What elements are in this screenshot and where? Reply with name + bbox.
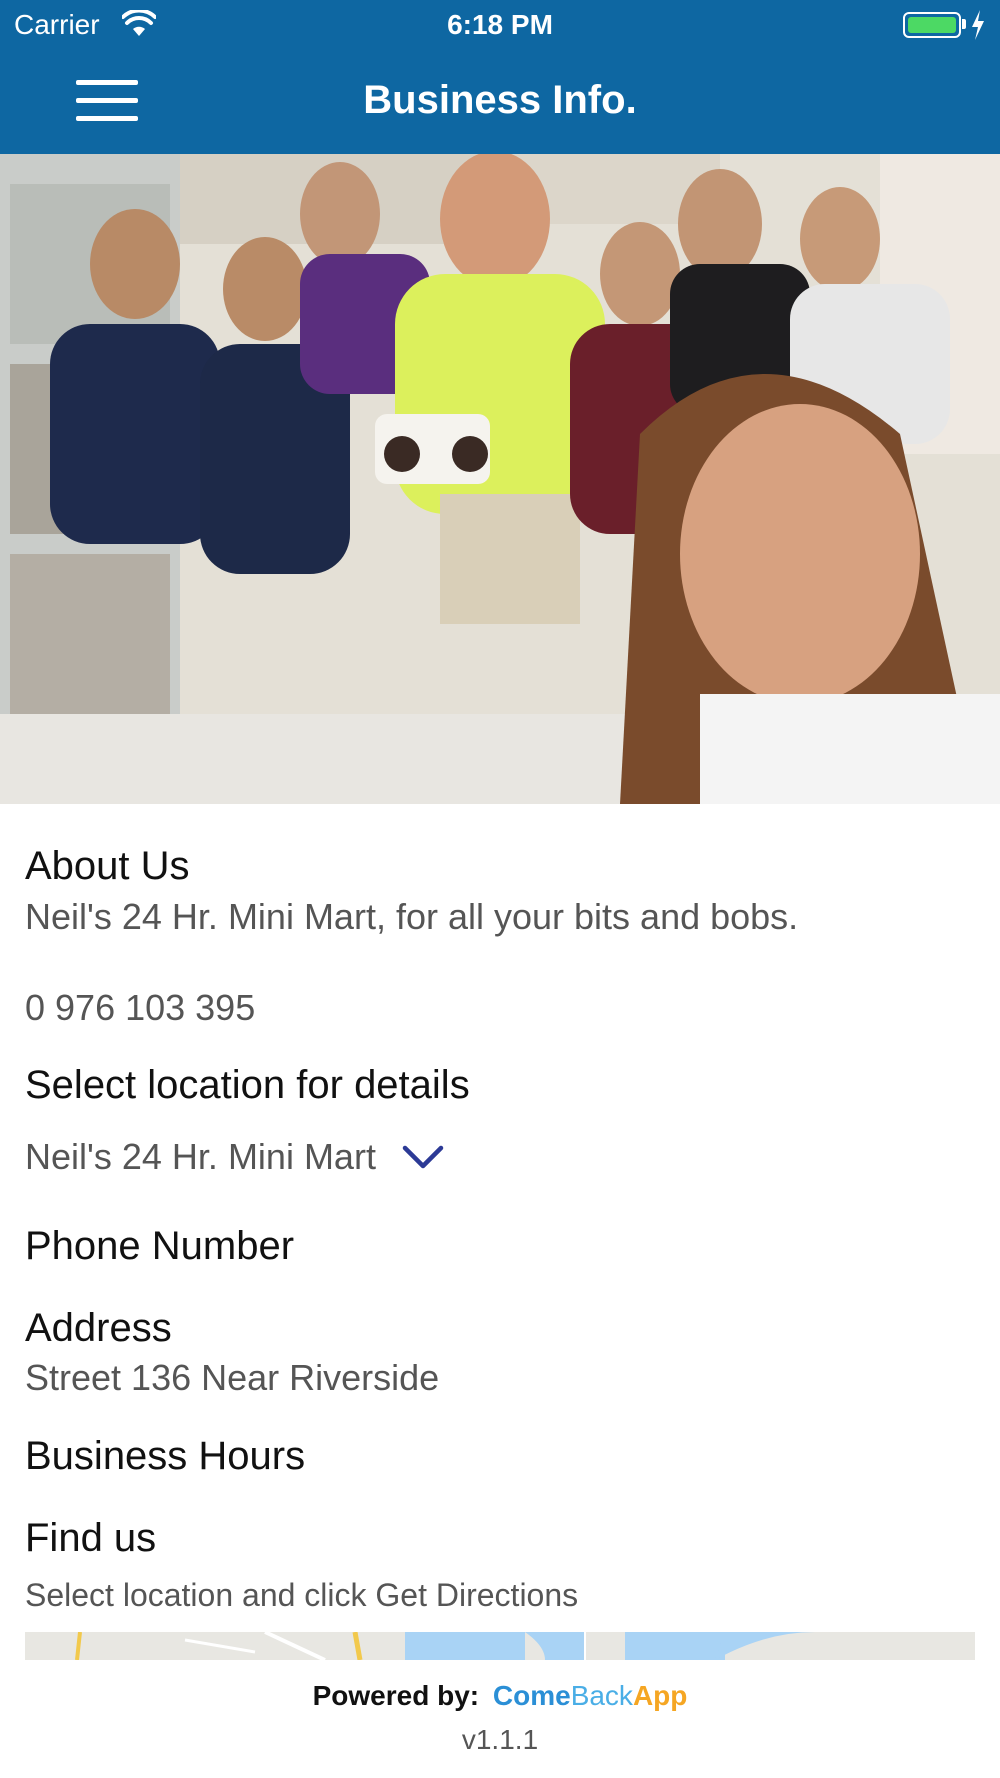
hero-photo <box>0 154 1000 804</box>
app-version: v1.1.1 <box>461 1724 539 1755</box>
top-bar: Carrier 6:18 PM Business Info. <box>0 0 1000 154</box>
location-map[interactable] <box>25 1632 975 1660</box>
powered-by: Powered by: ComeBackApp <box>0 1680 1000 1712</box>
charging-bolt-icon <box>972 10 984 40</box>
footer: Powered by: ComeBackApp v1.1.1 <box>0 1680 1000 1756</box>
location-select[interactable]: Neil's 24 Hr. Mini Mart <box>25 1132 444 1182</box>
battery-icon <box>903 12 961 38</box>
brand-logo[interactable]: ComeBackApp <box>493 1680 687 1711</box>
group-photo-image <box>0 154 1000 804</box>
status-time: 6:18 PM <box>447 9 553 40</box>
address-heading: Address <box>25 1306 172 1350</box>
about-us-text: Neil's 24 Hr. Mini Mart, for all your bi… <box>25 896 799 937</box>
brand-part-back: Back <box>570 1680 633 1711</box>
status-bar: Carrier 6:18 PM <box>0 0 1000 50</box>
select-location-heading: Select location for details <box>25 1063 470 1107</box>
phone-number-heading: Phone Number <box>25 1224 295 1268</box>
about-us-heading: About Us <box>25 844 190 888</box>
business-hours-heading: Business Hours <box>25 1434 306 1478</box>
find-us-hint: Select location and click Get Directions <box>25 1577 579 1613</box>
address-text: Street 136 Near Riverside <box>25 1357 440 1398</box>
chevron-down-icon[interactable] <box>402 1143 444 1171</box>
about-phone[interactable]: 0 976 103 395 <box>25 987 255 1029</box>
find-us-heading: Find us <box>25 1516 157 1560</box>
location-select-value[interactable]: Neil's 24 Hr. Mini Mart <box>25 1136 376 1178</box>
page-title: Business Info. <box>363 78 637 122</box>
brand-part-app: App <box>632 1680 688 1711</box>
battery-cap <box>962 19 966 29</box>
map-image <box>25 1632 975 1660</box>
brand-part-come: Come <box>492 1680 571 1711</box>
powered-by-label: Powered by: <box>312 1680 480 1711</box>
